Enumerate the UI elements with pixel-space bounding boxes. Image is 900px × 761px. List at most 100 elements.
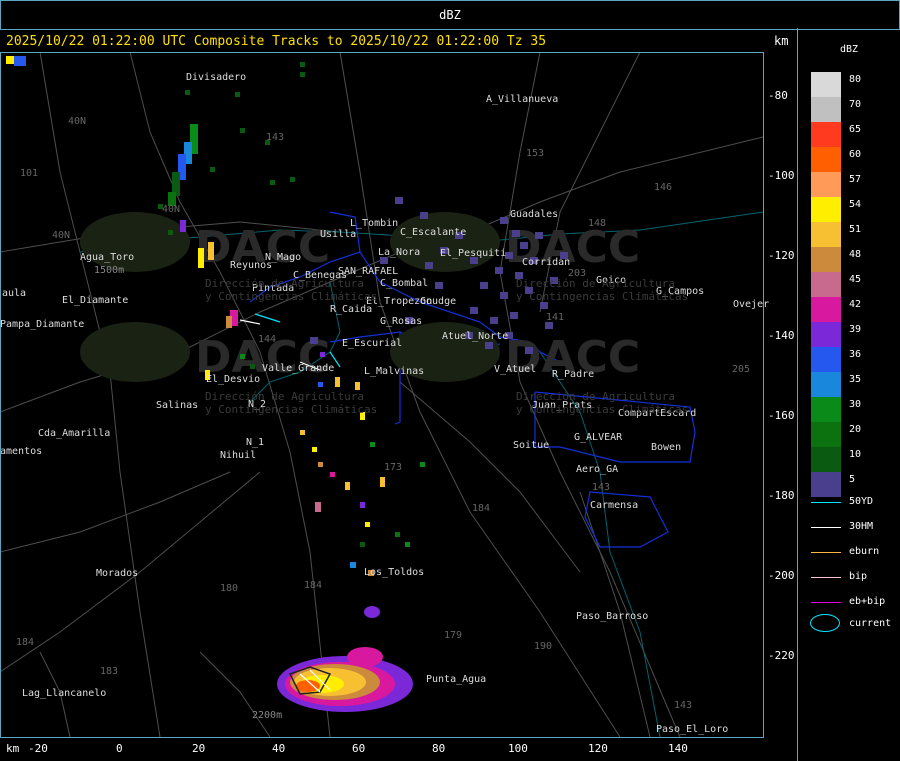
legend-swatch	[811, 172, 841, 197]
legend-swatch	[811, 122, 841, 147]
track-line-icon	[811, 602, 841, 603]
place-label: N_1	[246, 437, 265, 448]
route-number: 173	[384, 462, 403, 473]
x-tick: 20	[192, 742, 206, 755]
route-number: 144	[258, 334, 277, 345]
legend-swatch	[811, 197, 841, 222]
x-tick: 120	[588, 742, 608, 755]
title-bar: dBZ	[0, 0, 900, 30]
legend-swatch-label: 20	[849, 424, 862, 435]
legend-title: dBZ	[840, 44, 859, 55]
legend-swatch-label: 65	[849, 124, 862, 135]
route-number: 40N	[68, 116, 87, 127]
legend-swatch-label: 10	[849, 449, 862, 460]
track-label: eb+bip	[849, 596, 886, 607]
place-label: R_Padre	[552, 369, 595, 380]
track-line-icon	[811, 577, 841, 578]
legend-swatch-label: 35	[849, 374, 862, 385]
place-label: L_Malvinas	[364, 366, 425, 377]
track-label: 30HM	[849, 521, 874, 532]
radar-map[interactable]: DACC DACC DACC DACC Divisadero A_Villanu…	[0, 51, 769, 738]
legend-swatch	[811, 72, 841, 97]
legend-swatch	[811, 97, 841, 122]
place-label: Paso_Barroso	[576, 611, 649, 622]
place-label: L_Tombin	[350, 218, 399, 229]
window-title: dBZ	[439, 8, 461, 22]
place-label: A_Villanueva	[486, 94, 559, 105]
place-label: V_Atuel	[494, 364, 537, 375]
place-label: C_Bombal	[380, 278, 429, 289]
legend-swatch	[811, 222, 841, 247]
legend-swatch-label: 45	[849, 274, 862, 285]
legend-swatch-label: 42	[849, 299, 862, 310]
x-tick: 60	[352, 742, 366, 755]
current-ellipse-icon	[810, 614, 840, 632]
legend-swatch	[811, 347, 841, 372]
place-label: Paso_El_Loro	[656, 724, 729, 735]
legend-swatch	[811, 147, 841, 172]
place-label: amentos	[0, 446, 43, 457]
y-tick: -160	[768, 409, 795, 422]
watermark-line: Dirección de Agricultura	[205, 390, 364, 403]
current-label: current	[849, 618, 892, 629]
route-number: 101	[20, 168, 39, 179]
route-number: 146	[654, 182, 673, 193]
place-label: N_Mago	[265, 252, 302, 263]
place-label: Goudge	[420, 296, 457, 307]
place-label: Cda_Amarilla	[38, 428, 111, 439]
route-number: 180	[220, 583, 239, 594]
watermark-line: Dirección de Agricultura	[205, 277, 364, 290]
legend-swatch-label: 80	[849, 74, 862, 85]
route-number: 205	[732, 364, 751, 375]
place-label: Morados	[96, 568, 139, 579]
route-number: 184	[304, 580, 323, 591]
track-label: bip	[849, 571, 868, 582]
route-number: 40N	[162, 204, 181, 215]
header-timestamp: 2025/10/22 01:22:00 UTC Composite Tracks…	[6, 34, 547, 49]
watermark-line: Dirección de Agricultura	[516, 390, 675, 403]
legend-panel: dBZ 80 70 65 60 57 54 51 48 45 42 39 36 35 30 20 10 5 50…	[797, 28, 900, 761]
place-label: Ovejer	[733, 299, 770, 310]
place-label: Atuel_Norte	[442, 331, 509, 342]
x-tick: 40	[272, 742, 286, 755]
legend-swatch	[811, 322, 841, 347]
route-number: 143	[674, 700, 693, 711]
track-line-icon	[811, 502, 841, 503]
legend-swatch-label: 36	[849, 349, 862, 360]
track-line-icon	[811, 527, 841, 528]
route-number: 143	[592, 482, 611, 493]
watermark-line: y Contingencias Climáticas	[516, 403, 689, 416]
watermark-line: y Contingencias Climáticas	[205, 403, 378, 416]
place-label: El_Pesquiti	[440, 248, 507, 259]
place-label: Bowen	[651, 442, 682, 453]
watermark-caption: Dirección de Agricultura y Contingencias…	[205, 277, 377, 303]
legend-swatch	[811, 397, 841, 422]
watermark-caption: Dirección de Agricultura y Contingencias…	[205, 390, 377, 416]
legend-swatch	[811, 372, 841, 397]
track-label: eburn	[849, 546, 880, 557]
place-label: La_Nora	[378, 247, 421, 258]
y-tick: -140	[768, 329, 795, 342]
legend-swatch-label: 70	[849, 99, 862, 110]
route-number: 141	[546, 312, 565, 323]
place-label: Soitue	[513, 440, 550, 451]
legend-swatch-label: 57	[849, 174, 862, 185]
place-label: G_ALVEAR	[574, 432, 623, 443]
legend-swatch	[811, 272, 841, 297]
route-number: 184	[472, 503, 491, 514]
place-label: Los_Toldos	[364, 567, 425, 578]
place-label: El_Desvio	[206, 374, 261, 385]
km-unit-top: km	[774, 34, 789, 48]
place-label: Punta_Agua	[426, 674, 487, 685]
watermark-caption: Dirección de Agricultura y Contingencias…	[516, 277, 688, 303]
legend-swatch-label: 39	[849, 324, 862, 335]
track-line-icon	[811, 552, 841, 553]
x-tick: 100	[508, 742, 528, 755]
x-tick: 0	[116, 742, 123, 755]
place-label: Agua_Toro	[80, 252, 135, 263]
place-label: Divisadero	[186, 72, 247, 83]
elevation-label: 2200m	[252, 710, 283, 721]
legend-swatch-label: 30	[849, 399, 862, 410]
x-tick: 80	[432, 742, 446, 755]
watermark-line: y Contingencias Climáticas	[205, 290, 378, 303]
